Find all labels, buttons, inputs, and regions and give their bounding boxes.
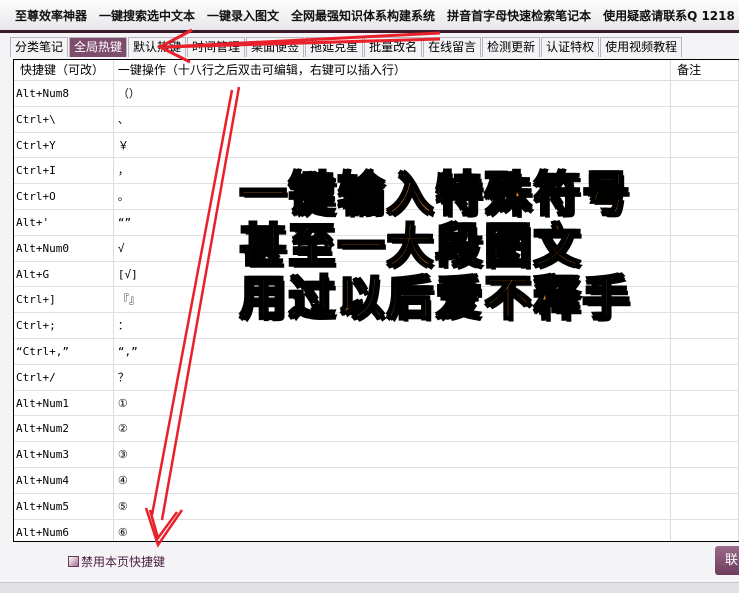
note-cell[interactable] bbox=[671, 493, 739, 519]
note-cell[interactable] bbox=[671, 158, 739, 184]
hotkey-cell[interactable]: Alt+Num1 bbox=[14, 390, 114, 416]
note-cell[interactable] bbox=[671, 106, 739, 132]
action-cell[interactable]: ④ bbox=[114, 467, 672, 493]
note-cell[interactable] bbox=[671, 261, 739, 287]
action-cell[interactable]: “,” bbox=[114, 338, 672, 364]
note-cell[interactable] bbox=[671, 390, 739, 416]
hotkey-cell[interactable]: “Ctrl+,” bbox=[14, 338, 114, 364]
menu-record-image-text[interactable]: 一键录入图文 bbox=[207, 7, 279, 24]
table-row[interactable]: Alt+Num6 ⑥ bbox=[14, 519, 739, 541]
note-cell[interactable] bbox=[671, 209, 739, 235]
note-cell[interactable] bbox=[671, 313, 739, 338]
table-row[interactable]: Ctrl+\、 bbox=[14, 106, 739, 133]
note-cell[interactable] bbox=[671, 519, 739, 541]
table-row[interactable]: Alt+Num2 ② bbox=[14, 416, 739, 443]
overlay-line: 一键输入特殊符号 bbox=[239, 167, 632, 221]
hotkey-cell[interactable]: Alt+Num5 bbox=[14, 493, 114, 519]
note-cell[interactable] bbox=[671, 132, 739, 158]
hotkey-cell[interactable]: Ctrl+Y bbox=[14, 132, 114, 158]
menu-search-selected[interactable]: 一键搜索选中文本 bbox=[99, 7, 195, 24]
title-bar: 至尊效率神器 一键搜索选中文本 一键录入图文 全网最强知识体系构建系统 拼音首字… bbox=[0, 0, 739, 30]
action-cell[interactable]: ⑥ bbox=[114, 519, 672, 541]
table-row[interactable]: Alt+Num3 ③ bbox=[14, 442, 739, 468]
table-row[interactable]: Alt+Num8 （） bbox=[14, 81, 739, 107]
disable-hotkeys-checkbox[interactable]: 禁用本页快捷键 bbox=[68, 553, 165, 570]
table-header: 快捷键（可改） 一键操作（十八行之后双击可编辑，右键可以插入行） 备注 bbox=[14, 60, 739, 81]
table-row[interactable]: Alt+Num5 ⑤ bbox=[14, 493, 739, 520]
note-cell[interactable] bbox=[671, 81, 739, 106]
tab-7[interactable]: 在线留言 bbox=[423, 37, 482, 57]
action-cell[interactable]: ③ bbox=[114, 442, 672, 467]
note-cell[interactable] bbox=[671, 364, 739, 390]
tab-bar: 分类笔记 全局热键 默认热键 时间管理 桌面便签 拖延克星 批量改名 在线留言 检测更新 认证特权… bbox=[10, 37, 683, 57]
table-row[interactable]: Ctrl+/？ bbox=[14, 364, 739, 391]
menu-pinyin-search[interactable]: 拼音首字母快速检索笔记本 bbox=[447, 7, 591, 24]
horizontal-scrollbar[interactable] bbox=[0, 582, 739, 593]
table-row[interactable]: Ctrl+Y ￥ bbox=[14, 132, 739, 159]
table-row[interactable]: Alt+Num1 ① bbox=[14, 390, 739, 417]
tab-9[interactable]: 认证特权 bbox=[541, 37, 600, 57]
note-cell[interactable] bbox=[671, 442, 739, 467]
hotkey-cell[interactable]: Alt+Num2 bbox=[14, 416, 114, 442]
note-cell[interactable] bbox=[671, 467, 739, 493]
hotkey-cell[interactable]: Ctrl+/ bbox=[14, 364, 114, 390]
action-cell[interactable]: ？ bbox=[114, 364, 672, 390]
contact-button[interactable]: 联 bbox=[715, 546, 739, 575]
note-cell[interactable] bbox=[671, 235, 739, 261]
header-hotkey[interactable]: 快捷键（可改） bbox=[14, 60, 114, 80]
hotkey-cell[interactable]: Alt+Num3 bbox=[14, 442, 114, 467]
disable-hotkeys-label: 禁用本页快捷键 bbox=[81, 555, 166, 569]
hotkey-cell[interactable]: Ctrl+O bbox=[14, 184, 114, 209]
header-action[interactable]: 一键操作（十八行之后双击可编辑，右键可以插入行） bbox=[114, 60, 672, 80]
hotkey-cell[interactable]: Alt+Num8 bbox=[14, 81, 114, 106]
checkbox-icon[interactable] bbox=[68, 556, 79, 567]
action-cell[interactable]: ⑤ bbox=[114, 493, 672, 519]
overlay-line: 甚至一大段图文 bbox=[239, 219, 583, 273]
hotkey-cell[interactable]: Alt+' bbox=[14, 209, 114, 235]
action-cell[interactable]: ￥ bbox=[114, 132, 672, 158]
hotkey-cell[interactable]: Ctrl+; bbox=[14, 313, 114, 338]
table-row[interactable]: “Ctrl+,” “,” bbox=[14, 338, 739, 365]
action-cell[interactable]: 、 bbox=[114, 106, 672, 132]
tab-1[interactable]: 全局热键 bbox=[69, 37, 128, 57]
menu-contact[interactable]: 使用疑惑请联系Q 1218 bbox=[603, 7, 735, 24]
overlay-line: 用过以后爱不释手 bbox=[239, 271, 632, 325]
note-cell[interactable] bbox=[671, 184, 739, 209]
note-cell[interactable] bbox=[671, 338, 739, 364]
hotkey-cell[interactable]: Alt+Num6 bbox=[14, 519, 114, 541]
hotkey-cell[interactable]: Alt+Num4 bbox=[14, 467, 114, 493]
tab-2[interactable]: 默认热键 bbox=[128, 37, 187, 57]
hotkey-cell[interactable]: Alt+Num0 bbox=[14, 235, 114, 261]
divider bbox=[0, 30, 739, 33]
action-cell[interactable]: ① bbox=[114, 390, 672, 416]
note-cell[interactable] bbox=[671, 287, 739, 313]
tab-3[interactable]: 时间管理 bbox=[187, 37, 246, 57]
note-cell[interactable] bbox=[671, 416, 739, 442]
tab-0[interactable]: 分类笔记 bbox=[10, 37, 69, 57]
app-title: 至尊效率神器 bbox=[15, 8, 88, 23]
hotkey-cell[interactable]: Ctrl+] bbox=[14, 287, 114, 313]
table-row[interactable]: Alt+Num4 ④ bbox=[14, 467, 739, 494]
tab-6[interactable]: 批量改名 bbox=[364, 37, 423, 57]
tab-4[interactable]: 桌面便签 bbox=[246, 37, 305, 57]
hotkey-cell[interactable]: Alt+G bbox=[14, 261, 114, 287]
promo-overlay-text: 一键输入特殊符号 甚至一大段图文 用过以后爱不释手 bbox=[239, 167, 632, 325]
hotkey-cell[interactable]: Ctrl+I bbox=[14, 158, 114, 184]
action-cell[interactable]: （） bbox=[114, 81, 672, 106]
tab-8[interactable]: 检测更新 bbox=[482, 37, 541, 57]
menu-knowledge-system[interactable]: 全网最强知识体系构建系统 bbox=[291, 7, 435, 24]
tab-10[interactable]: 使用视频教程 bbox=[600, 37, 683, 57]
hotkey-cell[interactable]: Ctrl+\ bbox=[14, 106, 114, 132]
tab-5[interactable]: 拖延克星 bbox=[305, 37, 364, 57]
header-note[interactable]: 备注 bbox=[671, 60, 739, 80]
action-cell[interactable]: ② bbox=[114, 416, 672, 442]
